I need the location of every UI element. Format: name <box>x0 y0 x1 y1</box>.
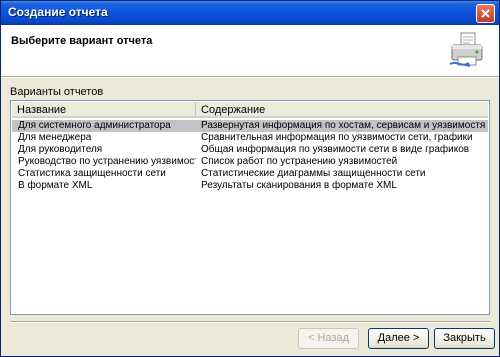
list-item[interactable]: Статистика защищенности сети Статистичес… <box>12 168 488 180</box>
report-variants-list[interactable]: Название Содержание Для системного админ… <box>10 100 490 315</box>
list-item-name: В формате XML <box>18 180 93 191</box>
list-item[interactable]: Руководство по устранению уязвимостей Сп… <box>12 156 488 168</box>
close-button[interactable]: Закрыть <box>434 328 495 349</box>
list-item-name: Руководство по устранению уязвимостей <box>18 156 196 167</box>
wizard-step-title: Выберите вариант отчета <box>11 35 153 47</box>
list-item-name: Для менеджера <box>18 132 92 143</box>
list-item-name: Статистика защищенности сети <box>18 168 166 179</box>
list-item[interactable]: Для системного администратора Развернута… <box>12 120 488 132</box>
window-title: Создание отчета <box>8 5 108 19</box>
list-item-content: Список работ по устранению уязвимостей <box>201 156 398 167</box>
wizard-header: Выберите вариант отчета <box>1 25 499 76</box>
back-button[interactable]: < Назад <box>298 328 359 349</box>
close-icon <box>481 9 490 18</box>
report-wizard-window: Создание отчета Выберите вариант отчета … <box>0 0 500 357</box>
list-item-content: Результаты сканирования в формате XML <box>201 180 397 191</box>
report-variants-label: Варианты отчетов <box>10 86 104 98</box>
list-item-name: Для руководителя <box>18 144 103 155</box>
header-separator <box>1 76 499 78</box>
column-header-name[interactable]: Название <box>12 102 196 118</box>
list-item[interactable]: В формате XML Результаты сканирования в … <box>12 180 488 192</box>
title-bar[interactable]: Создание отчета <box>1 1 499 25</box>
list-item-content: Сравнительная информация по уязвимости с… <box>201 132 473 143</box>
next-button[interactable]: Далее > <box>368 328 429 349</box>
list-header: Название Содержание <box>12 102 488 118</box>
close-window-button[interactable] <box>476 4 495 23</box>
list-item[interactable]: Для менеджера Сравнительная информация п… <box>12 132 488 144</box>
column-header-content[interactable]: Содержание <box>196 102 488 118</box>
list-item-content: Общая информация по уязвимости сети в ви… <box>201 144 470 155</box>
printer-icon <box>449 32 483 67</box>
list-item-content: Статистические диаграммы защищенности се… <box>201 168 426 179</box>
footer-separator <box>10 321 490 323</box>
list-rows: Для системного администратора Развернута… <box>12 120 488 192</box>
list-item-content: Развернутая информация по хостам, сервис… <box>201 120 486 131</box>
list-item[interactable]: Для руководителя Общая информация по уяз… <box>12 144 488 156</box>
list-item-name: Для системного администратора <box>18 120 171 131</box>
